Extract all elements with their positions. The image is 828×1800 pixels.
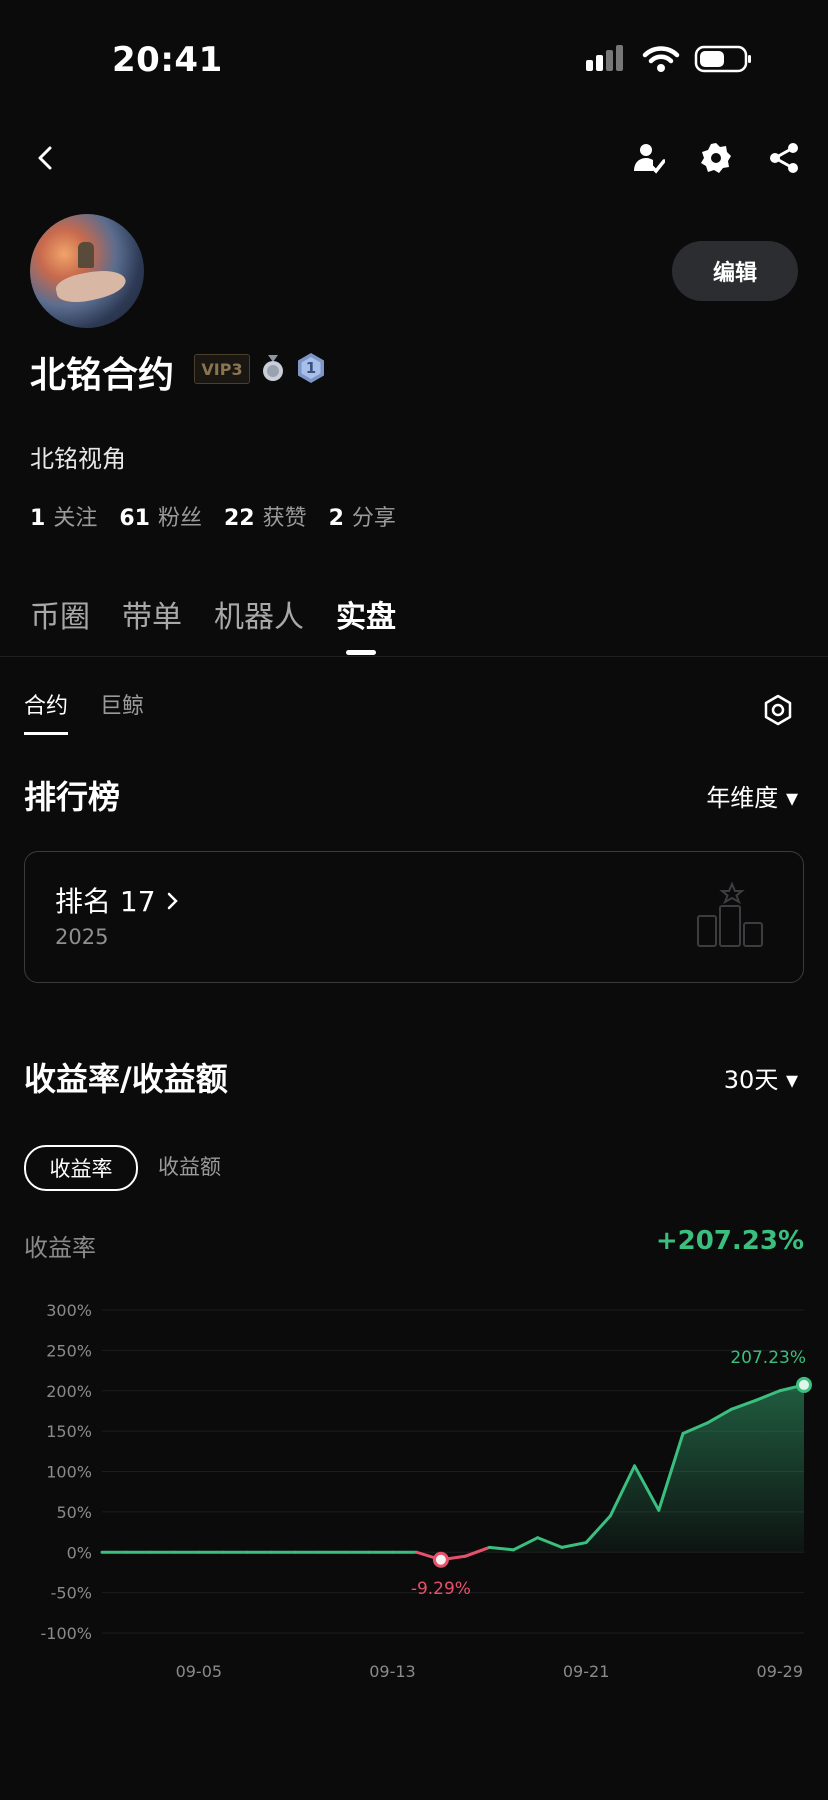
settings-button[interactable] — [692, 134, 740, 182]
wifi-icon — [642, 46, 680, 72]
stat-value: 2 — [328, 506, 344, 531]
podium-icon — [697, 881, 763, 947]
status-time: 20:41 — [112, 40, 223, 80]
y-tick-label: -100% — [40, 1624, 92, 1643]
tab-copy-trading[interactable]: 带单 — [122, 592, 182, 636]
x-tick-label: 09-05 — [176, 1662, 223, 1681]
y-tick-label: 50% — [56, 1503, 92, 1522]
subtab-futures[interactable]: 合约 — [24, 688, 68, 720]
tab-bots[interactable]: 机器人 — [214, 592, 304, 636]
battery-icon — [694, 45, 751, 73]
vip-badge: VIP3 — [194, 354, 250, 384]
share-button[interactable] — [760, 134, 808, 182]
y-tick-label: 200% — [46, 1382, 92, 1401]
active-subtab-indicator — [24, 732, 68, 735]
stat-followers[interactable]: 61 粉丝 — [119, 500, 202, 532]
x-tick-label: 09-29 — [757, 1662, 804, 1681]
stat-label: 粉丝 — [157, 506, 202, 531]
returns-title: 收益率/收益额 — [24, 1060, 228, 1098]
divider — [0, 656, 828, 657]
avatar[interactable] — [30, 214, 144, 328]
y-tick-label: -50% — [51, 1584, 92, 1603]
y-tick-label: 0% — [67, 1543, 92, 1562]
stat-value: 61 — [119, 506, 150, 531]
stat-shares: 2 分享 — [329, 500, 396, 532]
data-point-marker — [432, 1551, 449, 1568]
area-fill — [102, 1384, 804, 1553]
level-number: 1 — [305, 359, 317, 377]
x-tick-label: 09-13 — [369, 1662, 416, 1681]
returns-period-dropdown[interactable]: 30天 ▾ — [724, 1060, 798, 1095]
leaderboard-title: 排行榜 — [24, 778, 121, 816]
back-button[interactable] — [22, 134, 70, 182]
data-point-marker — [796, 1376, 812, 1393]
stat-value: 22 — [223, 506, 255, 531]
data-label: 207.23% — [730, 1348, 806, 1368]
sub-tabs: 合约 巨鲸 — [24, 688, 144, 720]
stat-label: 分享 — [351, 506, 396, 531]
chevron-right-icon — [168, 892, 179, 910]
y-tick-label: 250% — [46, 1341, 92, 1360]
header-actions — [624, 134, 808, 182]
main-tabs: 币圈 带单 机器人 实盘 — [30, 592, 396, 636]
profile-bio: 北铭视角 — [30, 445, 126, 473]
profile-stats: 1 关注 61 粉丝 22 获赞 2 分享 — [30, 500, 396, 532]
subtab-whales[interactable]: 巨鲸 — [100, 688, 144, 720]
settings-hex-icon — [764, 694, 792, 726]
active-tab-indicator — [346, 650, 376, 655]
metric-label: 收益率 — [24, 1234, 96, 1262]
y-tick-label: 150% — [46, 1422, 92, 1441]
edit-button[interactable]: 编辑 — [672, 241, 798, 301]
medal-icon — [263, 355, 283, 381]
stat-label: 获赞 — [262, 506, 307, 531]
status-icons — [584, 44, 752, 74]
returns-chart[interactable]: 300% 250% 200% 150% 100% 50% 0% -50% -100% 09-05 0… — [0, 1290, 828, 1690]
rank-text: 排名 17 — [55, 885, 156, 918]
rank-year: 2025 — [55, 925, 109, 949]
x-tick-label: 09-21 — [563, 1662, 610, 1681]
rank-label[interactable]: 排名 17 — [55, 880, 182, 920]
add-user-button[interactable] — [624, 134, 672, 182]
metric-value: +207.23% — [655, 1226, 804, 1256]
share-icon — [770, 143, 798, 173]
data-label: -9.29% — [411, 1579, 471, 1599]
profile-name: 北铭合约 — [30, 355, 175, 396]
stat-following[interactable]: 1 关注 — [30, 500, 97, 532]
back-icon — [38, 146, 52, 170]
display-settings-button[interactable] — [758, 690, 798, 730]
leaderboard-period-dropdown[interactable]: 年维度 ▾ — [706, 778, 798, 813]
add-user-icon — [634, 144, 665, 174]
stat-label: 关注 — [53, 506, 98, 531]
toggle-amount[interactable]: 收益额 — [158, 1145, 221, 1187]
y-tick-label: 300% — [46, 1301, 92, 1320]
tab-crypto[interactable]: 币圈 — [30, 592, 90, 636]
y-tick-label: 100% — [46, 1463, 92, 1482]
toggle-rate[interactable]: 收益率 — [24, 1145, 138, 1191]
cellular-signal-icon — [586, 45, 623, 71]
stat-value: 1 — [30, 506, 46, 531]
gear-icon — [701, 143, 731, 173]
stat-likes: 22 获赞 — [224, 500, 307, 532]
level-badge: 1 — [295, 352, 327, 384]
tab-live-trading[interactable]: 实盘 — [336, 592, 396, 636]
